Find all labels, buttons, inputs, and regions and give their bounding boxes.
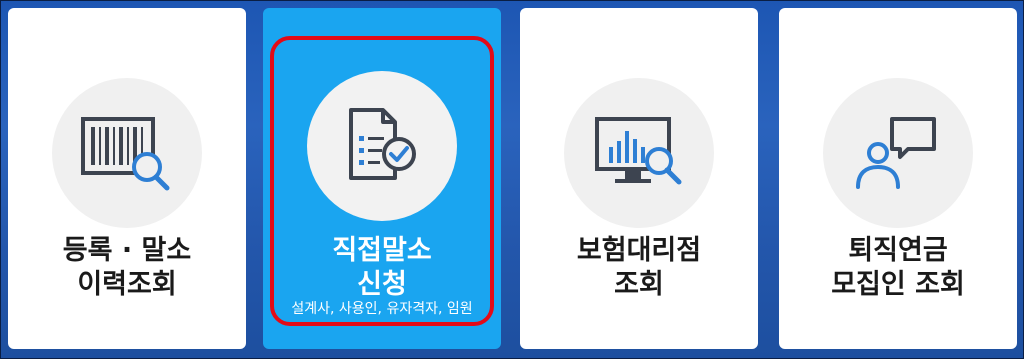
card-title-line1: 직접말소 [332, 235, 432, 266]
card-agency-lookup[interactable]: 보험대리점 조회 [520, 8, 758, 349]
monitor-chart-search-icon [595, 117, 682, 185]
card-registration-history[interactable]: 등록 · 말소 이력조회 [8, 8, 246, 349]
card-title-line1: 보험대리점 [576, 235, 702, 266]
card-title-line2: 모집인 조회 [831, 269, 965, 300]
person-chat-icon [856, 117, 936, 189]
icon-circle [52, 78, 202, 228]
card-title-line2: 조회 [614, 269, 664, 300]
document-check-icon [349, 108, 416, 180]
card-title-line1: 등록 · 말소 [62, 235, 192, 266]
card-title-line2: 이력조회 [77, 269, 177, 300]
icon-circle [564, 78, 714, 228]
card-pension-recruiter-lookup[interactable]: 퇴직연금 모집인 조회 [779, 8, 1017, 349]
card-subtitle: 설계사, 사용인, 유자격자, 임원 [291, 301, 473, 317]
icon-circle [823, 78, 973, 228]
card-title-line1: 퇴직연금 [848, 235, 948, 266]
card-title-line2: 신청 [357, 269, 407, 300]
barcode-search-icon [81, 117, 170, 191]
card-direct-cancellation[interactable]: 직접말소 신청 설계사, 사용인, 유자격자, 임원 [263, 8, 501, 349]
icon-circle [307, 71, 457, 221]
